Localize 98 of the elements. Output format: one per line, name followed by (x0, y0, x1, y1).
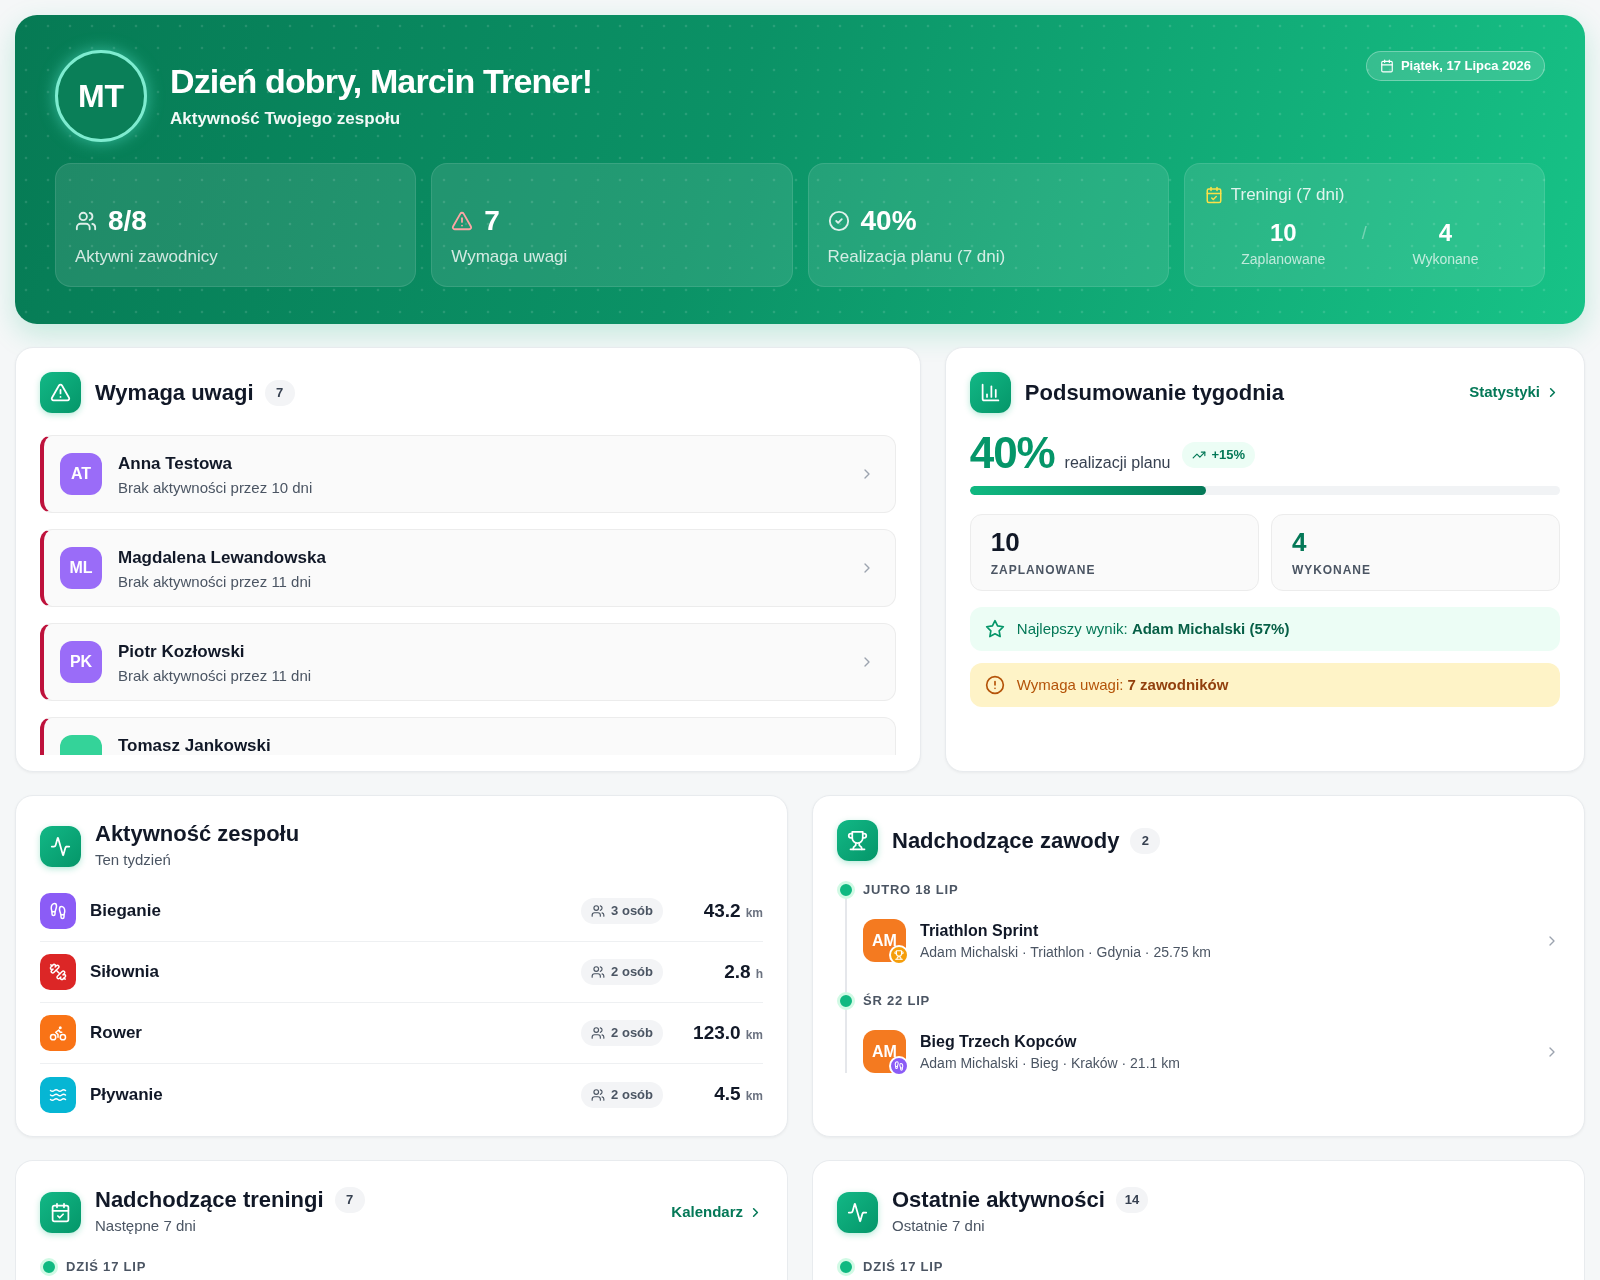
greeting-subtitle: Aktywność Twojego zespołu (170, 108, 402, 130)
warning-icon (451, 210, 474, 232)
stat-value: 40% (860, 204, 917, 238)
athlete-row[interactable]: ML Magdalena Lewandowska Brak aktywności przez 11 dni (40, 529, 896, 607)
card-title: Aktywność zespołu (95, 820, 300, 848)
check-circle-icon (827, 210, 850, 232)
card-subtitle: Ten tydzień (95, 850, 172, 870)
card-title: Ostatnie aktywności (892, 1186, 1105, 1214)
greeting-title: Dzień dobry, Marcin Trener! (170, 61, 593, 102)
card-subtitle: Następne 7 dni (95, 1216, 197, 1236)
users-icon (591, 904, 606, 918)
card-title: Nadchodzące treningi (95, 1186, 324, 1214)
stat-value: 10 (1269, 218, 1297, 248)
users-icon (591, 1087, 606, 1102)
pulse-icon (837, 1191, 878, 1233)
count-badge: 7 (334, 1187, 365, 1213)
activity-unit: km (745, 904, 763, 922)
activity-name: Pływanie (90, 1083, 163, 1106)
stat-value: 8/8 (108, 204, 147, 238)
avatar: AT (60, 453, 102, 495)
athlete-status: Brak aktywności przez 10 dni (118, 478, 313, 498)
activity-value: 2.8 (724, 959, 751, 984)
card-subtitle: Ostatnie 7 dni (892, 1216, 986, 1236)
users-icon (591, 965, 606, 979)
users-icon (75, 210, 97, 232)
competition-item[interactable]: AM Bieg Trzech Kopców Adam Michalski · Bieg · Kraków · 21.1 km (863, 1030, 1560, 1073)
stat-title: Treningi (7 dni) (1230, 184, 1345, 207)
calendar-link[interactable]: Kalendarz (671, 1200, 763, 1224)
athlete-row[interactable]: AT Anna Testowa Brak aktywności przez 10 dni (40, 435, 896, 513)
calendar-check-icon (1204, 186, 1223, 204)
avatar: ML (60, 547, 102, 589)
calendar-icon (1379, 59, 1394, 73)
people-count: 2 osób (611, 1024, 653, 1043)
note-text: Wymaga uwagi: 7 zawodników (1016, 674, 1229, 695)
user-avatar: MT (55, 50, 147, 142)
competition-details: Adam Michalski · Triathlon · Gdynia · 25.75 km (920, 942, 1211, 962)
summary-label: WYKONANE (1291, 562, 1372, 578)
activity-value: 43.2 (703, 898, 741, 923)
activity-value: 123.0 (693, 1020, 741, 1045)
trophy-icon (837, 820, 878, 861)
count-badge: 2 (1130, 827, 1161, 854)
count-badge: 14 (1115, 1187, 1149, 1213)
stat-value: 7 (484, 204, 500, 238)
activity-unit: h (755, 965, 763, 983)
people-count: 2 osób (611, 1085, 653, 1104)
activity-name: Rower (90, 1022, 142, 1045)
count-badge: 7 (264, 379, 295, 406)
athlete-name: Magdalena Lewandowska (118, 547, 326, 569)
date-label: JUTRO 18 LIP (863, 881, 959, 900)
users-icon (591, 1026, 606, 1040)
note-text: Najlepszy wynik: Adam Michalski (57%) (1016, 618, 1290, 639)
date-text: Piątek, 17 Lipca 2026 (1400, 57, 1531, 76)
star-icon (984, 619, 1005, 639)
card-title: Wymaga uwagi (95, 378, 254, 407)
people-count: 3 osób (611, 902, 653, 921)
stat-label: Realizacja planu (7 dni) (827, 246, 1007, 268)
competition-title: Bieg Trzech Kopców (920, 1031, 1078, 1052)
warning-icon (40, 372, 81, 413)
people-count: 2 osób (611, 963, 653, 982)
avatar: PK (60, 641, 102, 683)
date-label: DZIŚ 17 LIP (863, 1258, 944, 1277)
card-title: Podsumowanie tygodnia (1024, 378, 1284, 407)
activity-unit: km (745, 1088, 763, 1106)
completion-percent: 40% (969, 431, 1055, 475)
athlete-name: Anna Testowa (118, 453, 233, 475)
athlete-row[interactable]: PK Piotr Kozłowski Brak aktywności przez 11 dni (40, 623, 896, 701)
date-label: ŚR 22 LIP (863, 992, 930, 1011)
stat-label: Aktywni zawodnicy (75, 246, 219, 268)
bar-chart-icon (969, 372, 1011, 413)
calendar-check-icon (40, 1191, 81, 1233)
summary-label: ZAPLANOWANE (990, 562, 1097, 578)
activity-name: Siłownia (90, 961, 159, 984)
athlete-row[interactable]: Tomasz Jankowski (40, 717, 896, 755)
activity-value: 4.5 (714, 1082, 741, 1107)
pulse-icon (40, 825, 81, 867)
card-title: Nadchodzące zawody (892, 826, 1120, 855)
competition-details: Adam Michalski · Bieg · Kraków · 21.1 km (920, 1053, 1180, 1073)
alert-circle-icon (984, 675, 1005, 695)
athlete-name: Piotr Kozłowski (118, 641, 246, 663)
athlete-status: Brak aktywności przez 11 dni (118, 572, 313, 592)
stat-value: 4 (1438, 218, 1453, 248)
athlete-name: Tomasz Jankowski (118, 735, 271, 755)
competition-title: Triathlon Sprint (920, 920, 1040, 941)
summary-value: 4 (1291, 527, 1308, 557)
stat-label: Wykonane (1412, 250, 1479, 269)
date-label: DZIŚ 17 LIP (66, 1258, 147, 1277)
summary-value: 10 (990, 527, 1021, 557)
separator: / (1361, 222, 1367, 245)
avatar: AM (863, 919, 906, 962)
completion-label: realizacji planu (1064, 453, 1171, 473)
stat-label: Zaplanowane (1241, 250, 1326, 269)
trend-value: +15% (1211, 446, 1246, 465)
stat-label: Wymaga uwagi (451, 246, 569, 268)
activity-name: Bieganie (90, 900, 161, 923)
athlete-status: Brak aktywności przez 11 dni (118, 666, 312, 686)
competition-item[interactable]: AM Triathlon Sprint Adam Michalski · Triathlon · Gdynia · 25.75 km (863, 919, 1560, 962)
statistics-link[interactable]: Statystyki (1469, 381, 1560, 404)
activity-unit: km (745, 1026, 763, 1044)
